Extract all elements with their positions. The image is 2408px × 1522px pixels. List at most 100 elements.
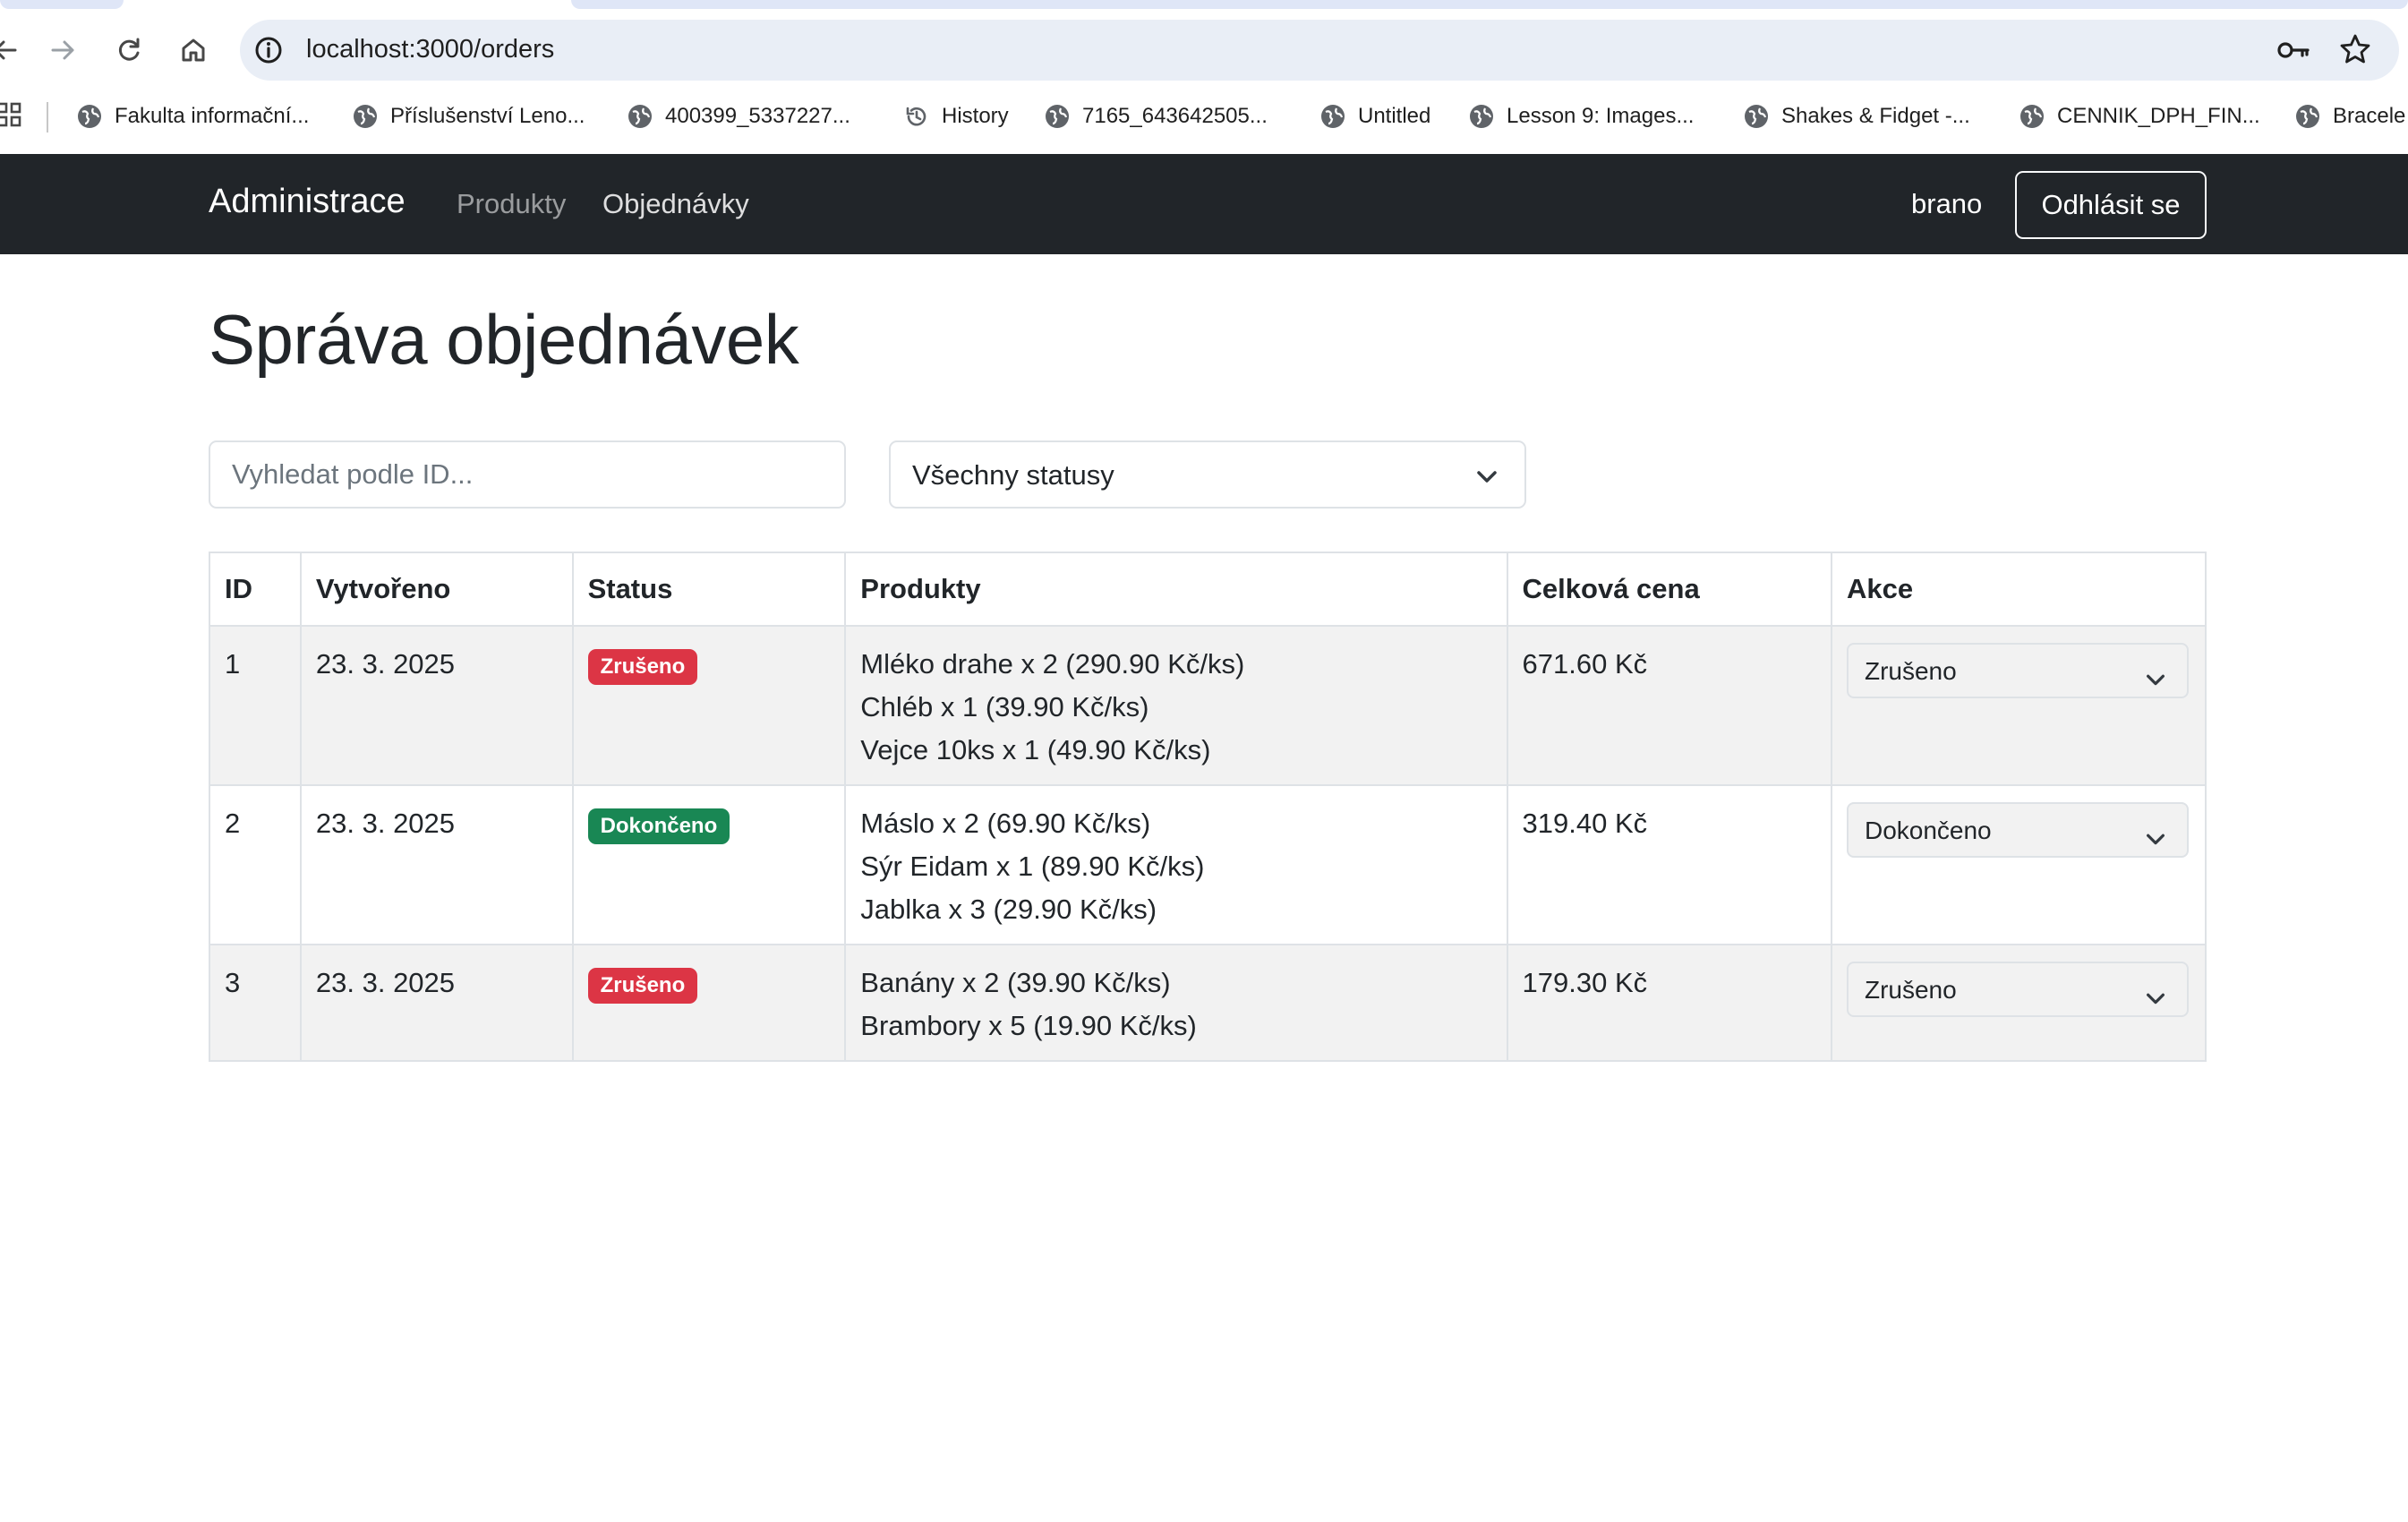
bookmark-label: Fakulta informační... bbox=[115, 104, 310, 128]
star-icon[interactable] bbox=[2338, 32, 2372, 66]
chevron-down-icon bbox=[2144, 820, 2167, 845]
apps-grid-icon[interactable] bbox=[0, 102, 21, 127]
globe-icon bbox=[1470, 105, 1493, 128]
product-line: Chléb x 1 (39.90 Kč/ks) bbox=[860, 691, 1149, 723]
cell-actions: Dokončeno bbox=[1830, 784, 2207, 945]
bookmark-label: Lesson 9: Images... bbox=[1507, 104, 1695, 128]
status-filter-value: Všechny statusy bbox=[912, 459, 1114, 491]
bookmark-label: 400399_5337227... bbox=[665, 104, 850, 128]
product-line: Sýr Eidam x 1 (89.90 Kč/ks) bbox=[860, 851, 1205, 882]
table-row: 2 23. 3. 2025 Dokončeno Máslo x 2 (69.90… bbox=[209, 784, 2207, 945]
bookmark-item[interactable]: 400399_5337227... bbox=[628, 98, 850, 134]
home-icon[interactable] bbox=[168, 25, 218, 75]
product-line: Banány x 2 (39.90 Kč/ks) bbox=[860, 967, 1171, 998]
cell-actions: Zrušeno bbox=[1830, 625, 2207, 786]
globe-icon bbox=[354, 105, 377, 128]
omnibox[interactable]: localhost:3000/orders bbox=[240, 20, 2399, 81]
status-select-value: Zrušeno bbox=[1864, 657, 1957, 685]
cell-total: 319.40 Kč bbox=[1506, 784, 1832, 945]
cell-status: Dokončeno bbox=[571, 784, 847, 945]
product-line: Vejce 10ks x 1 (49.90 Kč/ks) bbox=[860, 734, 1211, 765]
tab-indicator bbox=[0, 0, 124, 9]
cell-status: Zrušeno bbox=[571, 625, 847, 786]
reload-icon[interactable] bbox=[104, 25, 154, 75]
bookmark-item[interactable]: Bracele bbox=[2295, 98, 2405, 134]
nav-link-objednavky[interactable]: Objednávky bbox=[602, 188, 749, 220]
cell-status: Zrušeno bbox=[571, 944, 847, 1062]
cell-products: Máslo x 2 (69.90 Kč/ks) Sýr Eidam x 1 (8… bbox=[844, 784, 1508, 945]
header-total[interactable]: Celková cena bbox=[1506, 552, 1832, 627]
bookmark-item[interactable]: Příslušenství Leno... bbox=[353, 98, 585, 134]
username-label: brano bbox=[1911, 188, 1983, 219]
table-header-row: ID Vytvořeno Status Produkty Celková cen… bbox=[209, 552, 2207, 627]
status-badge: Dokončeno bbox=[587, 808, 730, 844]
header-actions[interactable]: Akce bbox=[1830, 552, 2207, 627]
header-id[interactable]: ID bbox=[209, 552, 302, 627]
cell-id: 2 bbox=[209, 784, 302, 945]
page-title: Správa objednávek bbox=[209, 300, 799, 379]
cell-products: Mléko drahe x 2 (290.90 Kč/ks) Chléb x 1… bbox=[844, 625, 1508, 786]
globe-icon bbox=[1321, 105, 1345, 128]
table-row: 1 23. 3. 2025 Zrušeno Mléko drahe x 2 (2… bbox=[209, 625, 2207, 786]
logout-button[interactable]: Odhlásit se bbox=[2015, 171, 2207, 239]
bookmark-label: Shakes & Fidget -... bbox=[1781, 104, 1970, 128]
key-icon[interactable] bbox=[2276, 34, 2311, 66]
status-select[interactable]: Zrušeno bbox=[1846, 962, 2189, 1017]
bookmark-item[interactable]: 7165_643642505... bbox=[1045, 98, 1268, 134]
cell-products: Banány x 2 (39.90 Kč/ks) Brambory x 5 (1… bbox=[844, 944, 1508, 1062]
bookmark-label: 7165_643642505... bbox=[1082, 104, 1268, 128]
status-filter-select[interactable]: Všechny statusy bbox=[889, 440, 1526, 509]
bookmark-item[interactable]: Shakes & Fidget -... bbox=[1744, 98, 1970, 134]
product-line: Máslo x 2 (69.90 Kč/ks) bbox=[860, 808, 1151, 839]
product-line: Brambory x 5 (19.90 Kč/ks) bbox=[860, 1010, 1197, 1041]
status-badge: Zrušeno bbox=[587, 968, 698, 1004]
globe-icon bbox=[2296, 105, 2319, 128]
bookmark-label: CENNIK_DPH_FIN... bbox=[2057, 104, 2260, 128]
cell-created: 23. 3. 2025 bbox=[299, 944, 574, 1062]
table-row: 3 23. 3. 2025 Zrušeno Banány x 2 (39.90 … bbox=[209, 944, 2207, 1062]
product-line: Mléko drahe x 2 (290.90 Kč/ks) bbox=[860, 648, 1245, 680]
globe-icon bbox=[1046, 105, 1069, 128]
bookmark-item[interactable]: CENNIK_DPH_FIN... bbox=[2019, 98, 2260, 134]
forward-arrow-icon[interactable] bbox=[38, 25, 88, 75]
chevron-down-icon bbox=[1474, 464, 1499, 489]
status-select[interactable]: Dokončeno bbox=[1846, 802, 2189, 858]
bookmarks-bar: Fakulta informační... Příslušenství Leno… bbox=[0, 97, 2408, 136]
bookmark-label: Příslušenství Leno... bbox=[390, 104, 585, 128]
chevron-down-icon bbox=[2144, 979, 2167, 1005]
cell-id: 1 bbox=[209, 625, 302, 786]
globe-icon bbox=[2020, 105, 2044, 128]
search-input[interactable] bbox=[209, 440, 846, 509]
globe-icon bbox=[628, 105, 652, 128]
orders-table: ID Vytvořeno Status Produkty Celková cen… bbox=[209, 552, 2207, 1062]
chevron-down-icon bbox=[2144, 661, 2167, 686]
status-select-value: Zrušeno bbox=[1864, 976, 1957, 1004]
app-navbar: Administrace Produkty Objednávky brano O… bbox=[0, 154, 2408, 254]
navbar-brand[interactable]: Administrace bbox=[209, 183, 406, 221]
globe-icon bbox=[78, 105, 101, 128]
nav-link-produkty[interactable]: Produkty bbox=[457, 188, 566, 220]
bookmark-item[interactable]: Lesson 9: Images... bbox=[1469, 98, 1694, 134]
cell-total: 179.30 Kč bbox=[1506, 944, 1832, 1062]
cell-actions: Zrušeno bbox=[1830, 944, 2207, 1062]
header-status[interactable]: Status bbox=[571, 552, 847, 627]
back-arrow-icon[interactable] bbox=[0, 25, 30, 75]
bookmark-label: History bbox=[942, 104, 1009, 128]
cell-id: 3 bbox=[209, 944, 302, 1062]
info-icon[interactable] bbox=[252, 34, 285, 66]
globe-icon bbox=[1745, 105, 1768, 128]
status-select-value: Dokončeno bbox=[1864, 817, 1992, 844]
bookmark-item[interactable]: Untitled bbox=[1320, 98, 1430, 134]
product-line: Jablka x 3 (29.90 Kč/ks) bbox=[860, 894, 1157, 925]
cell-created: 23. 3. 2025 bbox=[299, 784, 574, 945]
bookmark-item[interactable]: Fakulta informační... bbox=[77, 98, 309, 134]
status-select[interactable]: Zrušeno bbox=[1846, 643, 2189, 698]
address-bar-row: localhost:3000/orders bbox=[0, 16, 2408, 84]
url-text[interactable]: localhost:3000/orders bbox=[306, 35, 554, 64]
bookmark-item[interactable]: History bbox=[904, 98, 1009, 134]
header-products[interactable]: Produkty bbox=[844, 552, 1508, 627]
status-badge: Zrušeno bbox=[587, 649, 698, 685]
header-created[interactable]: Vytvořeno bbox=[299, 552, 574, 627]
history-icon bbox=[906, 107, 926, 126]
cell-total: 671.60 Kč bbox=[1506, 625, 1832, 786]
